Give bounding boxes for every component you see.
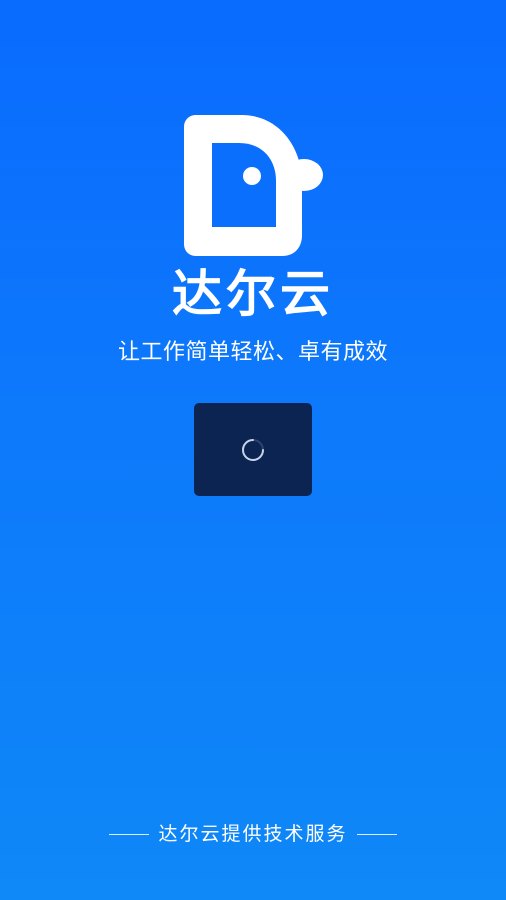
dal-logo-icon <box>184 115 324 257</box>
loading-spinner-icon <box>241 438 265 462</box>
loading-dialog <box>194 403 312 496</box>
footer-text: 达尔云提供技术服务 <box>158 823 348 845</box>
app-name: 达尔云 <box>172 265 334 323</box>
footer-divider-right <box>356 833 397 835</box>
footer: 达尔云提供技术服务 <box>0 820 506 848</box>
slogan: 让工作简单轻松、卓有成效 <box>117 340 388 365</box>
footer-divider-left <box>109 833 150 835</box>
